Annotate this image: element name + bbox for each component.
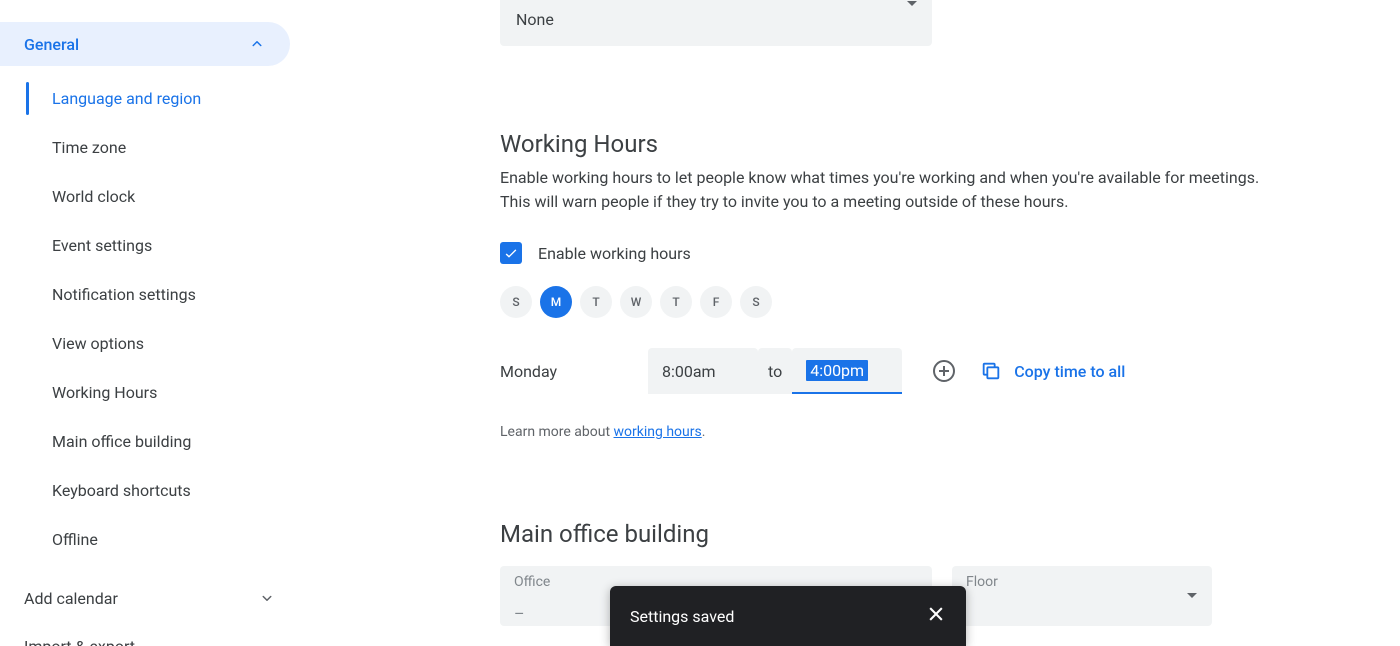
chevron-down-icon (258, 589, 276, 607)
sidebar-item-world-clock[interactable]: World clock (0, 172, 300, 221)
sidebar-item-main-office-building[interactable]: Main office building (0, 417, 300, 466)
sidebar-sublist: Language and region Time zone World cloc… (0, 74, 300, 564)
sidebar-item-working-hours[interactable]: Working Hours (0, 368, 300, 417)
main-content: None Working Hours Enable working hours … (300, 0, 1400, 646)
close-icon (926, 604, 946, 624)
hours-day-label: Monday (500, 362, 648, 381)
enable-working-hours-checkbox[interactable] (500, 242, 522, 264)
enable-working-hours-label: Enable working hours (538, 244, 691, 263)
sidebar-item-keyboard-shortcuts[interactable]: Keyboard shortcuts (0, 466, 300, 515)
time-to-label: to (758, 348, 792, 394)
sidebar-item-notification-settings[interactable]: Notification settings (0, 270, 300, 319)
weekday-selector: S M T W T F S (500, 286, 1360, 318)
chevron-up-icon (248, 35, 266, 53)
settings-sidebar: General Language and region Time zone Wo… (0, 0, 300, 646)
sidebar-item-offline[interactable]: Offline (0, 515, 300, 564)
sidebar-item-time-zone[interactable]: Time zone (0, 123, 300, 172)
day-chip-fri[interactable]: F (700, 286, 732, 318)
floor-label: Floor (966, 574, 1198, 590)
day-chip-wed[interactable]: W (620, 286, 652, 318)
dropdown-arrow-icon (906, 0, 918, 8)
copy-time-to-all-button[interactable]: Copy time to all (980, 360, 1125, 382)
working-hours-help-link[interactable]: working hours (614, 424, 702, 440)
sidebar-item-event-settings[interactable]: Event settings (0, 221, 300, 270)
sidebar-item-language-and-region[interactable]: Language and region (0, 74, 300, 123)
enable-working-hours-row: Enable working hours (500, 242, 1360, 264)
day-chip-sat[interactable]: S (740, 286, 772, 318)
hours-row-monday: Monday 8:00am to 4:00pm Copy time to all (500, 348, 1360, 394)
day-chip-sun[interactable]: S (500, 286, 532, 318)
copy-icon (980, 360, 1002, 382)
learn-more-text: Learn more about working hours. (500, 424, 1360, 440)
working-hours-title: Working Hours (500, 130, 1360, 158)
end-time-input[interactable]: 4:00pm (792, 348, 902, 394)
top-dropdown-value: None (516, 10, 554, 29)
start-time-input[interactable]: 8:00am (648, 348, 758, 394)
sidebar-item-view-options[interactable]: View options (0, 319, 300, 368)
plus-circle-icon (932, 359, 956, 383)
sidebar-item-import-export[interactable]: Import & export (0, 622, 300, 646)
check-icon (503, 245, 519, 261)
day-chip-tue[interactable]: T (580, 286, 612, 318)
add-time-range-button[interactable] (926, 353, 962, 389)
toast-message: Settings saved (630, 607, 734, 626)
toast-close-button[interactable] (926, 604, 946, 628)
working-hours-section: Working Hours Enable working hours to le… (500, 130, 1360, 440)
sidebar-item-add-calendar[interactable]: Add calendar (0, 574, 300, 622)
sidebar-group-general[interactable]: General (0, 22, 290, 66)
working-hours-description: Enable working hours to let people know … (500, 166, 1260, 214)
toast-settings-saved: Settings saved (610, 586, 966, 646)
floor-dropdown[interactable]: Floor (952, 566, 1212, 626)
sidebar-group-label: General (24, 35, 79, 54)
copy-time-label: Copy time to all (1014, 362, 1125, 381)
sidebar-secondary: Add calendar Import & export (0, 574, 300, 646)
day-chip-thu[interactable]: T (660, 286, 692, 318)
dropdown-arrow-icon (1186, 592, 1198, 600)
top-dropdown[interactable]: None (500, 0, 932, 46)
main-office-title: Main office building (500, 520, 1360, 548)
day-chip-mon[interactable]: M (540, 286, 572, 318)
